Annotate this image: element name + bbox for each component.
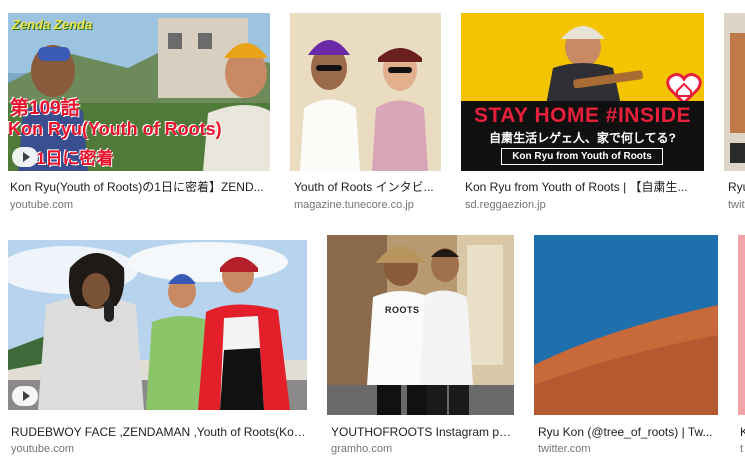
result-source: twit	[728, 199, 745, 211]
overlay-subtitle-text: 1日に密着	[36, 149, 114, 168]
result-card-7[interactable]: Ryu Kon (@tree_of_roots) | Tw... twitter…	[534, 235, 718, 458]
result-caption[interactable]: YOUTHOFROOTS Instagram po...	[331, 425, 514, 440]
result-thumbnail-7[interactable]	[534, 235, 718, 415]
result-caption[interactable]: RUDEBWOY FACE ,ZENDAMAN ,Youth of Roots(…	[11, 425, 307, 440]
result-thumbnail-1[interactable]: Zenda Zenda 第109話 Kon Ryu(Youth of Roots…	[8, 13, 270, 171]
result-thumbnail-3[interactable]: STAY HOME #INSIDE 自粛生活レゲェ人、家で何してる? Kon R…	[461, 13, 704, 171]
result-thumbnail-8[interactable]	[738, 235, 745, 415]
result-card-2[interactable]: Youth of Roots インタビ... magazine.tunecore…	[290, 13, 441, 213]
result-thumbnail-6[interactable]: ROOTS	[327, 235, 514, 415]
result-source: gramho.com	[331, 443, 393, 455]
result-thumbnail-5[interactable]	[8, 240, 307, 410]
heart-home-icon	[666, 73, 702, 105]
stay-home-headline: STAY HOME #INSIDE	[473, 104, 691, 127]
result-caption[interactable]: Ryu	[728, 180, 745, 195]
result-caption[interactable]: K	[740, 425, 745, 440]
video-play-icon	[12, 386, 38, 406]
result-source: sd.reggaezion.jp	[465, 199, 546, 211]
result-thumbnail-2[interactable]	[290, 13, 441, 171]
result-card-3[interactable]: STAY HOME #INSIDE 自粛生活レゲェ人、家で何してる? Kon R…	[461, 13, 704, 213]
result-card-4[interactable]: Ryu twit	[724, 13, 745, 213]
thumbnail-image-6	[327, 235, 514, 415]
thumbnail-image-7	[534, 235, 718, 415]
name-box: Kon Ryu from Youth of Roots	[501, 148, 663, 165]
result-caption[interactable]: Kon Ryu(Youth of Roots)の1日に密着】ZEND...	[10, 180, 270, 195]
video-play-icon	[12, 147, 38, 167]
result-source: youtube.com	[11, 443, 74, 455]
thumbnail-image-2	[290, 13, 441, 171]
thumbnail-image-5	[8, 240, 307, 410]
result-card-6[interactable]: ROOTS YOUTHOFROOTS Instagram po... gramh…	[327, 235, 514, 458]
thumbnail-logo-1: Zenda Zenda	[12, 17, 93, 32]
overlay-title-text: Kon Ryu(Youth of Roots)	[8, 119, 222, 139]
shirt-text: ROOTS	[385, 305, 420, 315]
result-source: youtube.com	[10, 199, 73, 211]
result-caption[interactable]: Kon Ryu from Youth of Roots | 【自粛生...	[465, 180, 704, 195]
overlay-episode-text: 第109話	[10, 98, 80, 119]
result-card-8[interactable]: K t	[738, 235, 745, 458]
result-caption[interactable]: Ryu Kon (@tree_of_roots) | Tw...	[538, 425, 718, 440]
thumbnail-image-4	[724, 13, 745, 171]
result-caption[interactable]: Youth of Roots インタビ...	[294, 180, 441, 195]
result-card-5[interactable]: RUDEBWOY FACE ,ZENDAMAN ,Youth of Roots(…	[8, 240, 307, 458]
stay-home-subhead: 自粛生活レゲェ人、家で何してる?	[489, 131, 676, 145]
result-source: t	[740, 443, 744, 455]
result-card-1[interactable]: Zenda Zenda 第109話 Kon Ryu(Youth of Roots…	[8, 13, 270, 213]
result-thumbnail-4[interactable]	[724, 13, 745, 171]
result-source: magazine.tunecore.co.jp	[294, 199, 414, 211]
thumbnail-image-8	[738, 235, 745, 415]
result-source: twitter.com	[538, 443, 591, 455]
